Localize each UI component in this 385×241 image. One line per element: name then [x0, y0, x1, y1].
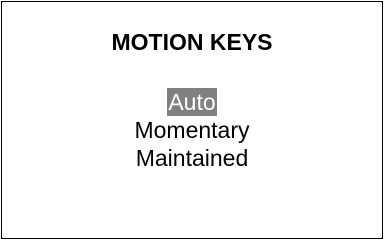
- option-label: Momentary: [134, 117, 250, 143]
- option-label: Maintained: [135, 145, 249, 171]
- option-momentary[interactable]: Momentary: [2, 116, 382, 144]
- motion-keys-options: Auto Momentary Maintained: [2, 88, 382, 172]
- menu-title: MOTION KEYS: [111, 29, 273, 55]
- option-auto[interactable]: Auto: [2, 88, 382, 116]
- option-maintained[interactable]: Maintained: [2, 144, 382, 172]
- display-screen: MOTION KEYS Auto Momentary Maintained: [1, 1, 383, 239]
- option-label: Auto: [167, 88, 217, 116]
